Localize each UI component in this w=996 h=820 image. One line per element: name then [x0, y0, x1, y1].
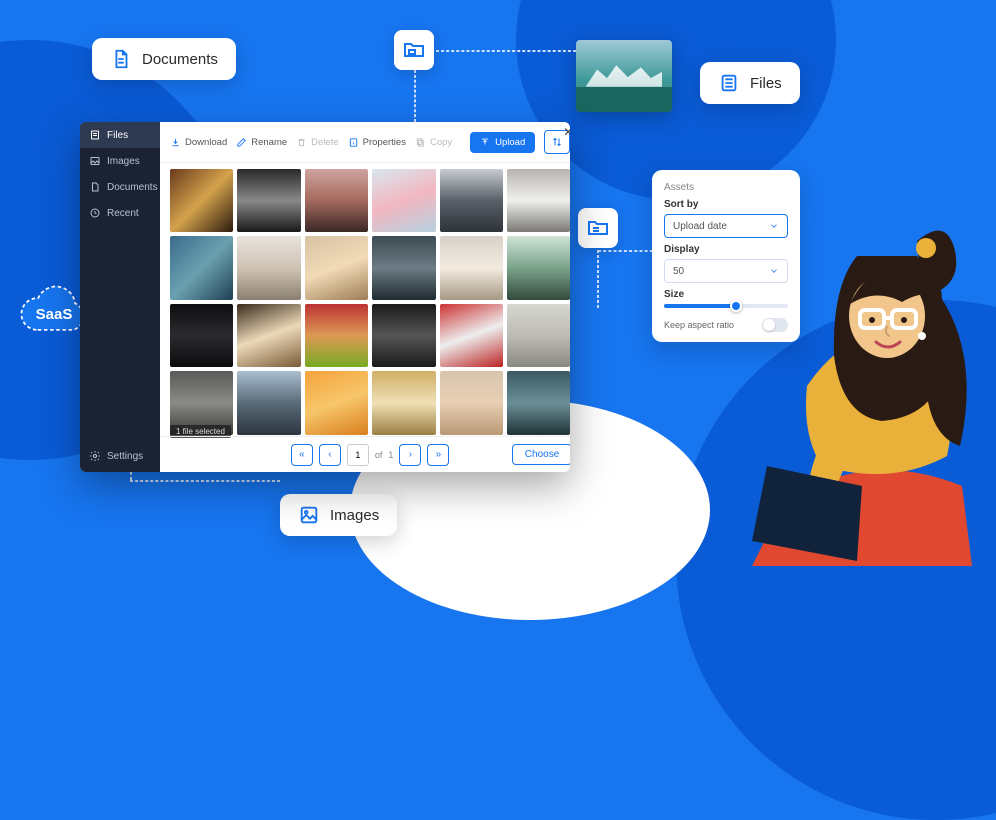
- sidebar-item-label: Images: [107, 156, 140, 167]
- selection-text: 1 file selected: [176, 427, 225, 436]
- sidebar-item-recent[interactable]: Recent: [80, 200, 160, 226]
- thumbnail[interactable]: [237, 236, 300, 299]
- connector: [414, 70, 416, 122]
- choose-button[interactable]: Choose: [512, 444, 570, 465]
- connector: [597, 250, 599, 308]
- thumbnail[interactable]: [237, 169, 300, 232]
- pager-next-button[interactable]: ›: [399, 444, 421, 466]
- toolbar: Download Rename Delete Properties Copy: [160, 122, 570, 163]
- thumbnail[interactable]: [372, 236, 435, 299]
- thumbnail[interactable]: [170, 169, 233, 232]
- document-icon: [110, 48, 132, 70]
- thumbnail[interactable]: [305, 169, 368, 232]
- trash-icon: [296, 137, 307, 148]
- clock-icon: [89, 207, 101, 219]
- download-icon: [170, 137, 181, 148]
- folder-float-1: [394, 30, 434, 70]
- thumbnail[interactable]: [305, 236, 368, 299]
- folder-float-2: [578, 208, 618, 248]
- thumbnail[interactable]: [507, 236, 570, 299]
- upload-label: Upload: [495, 137, 525, 148]
- thumbnail[interactable]: [305, 304, 368, 367]
- files-icon: [718, 72, 740, 94]
- pill-files: Files: [700, 62, 800, 104]
- sidebar-item-label: Recent: [107, 208, 139, 219]
- download-button[interactable]: Download: [170, 137, 227, 148]
- thumbnail[interactable]: [440, 371, 503, 434]
- upload-icon: [480, 137, 490, 147]
- thumbnail[interactable]: [237, 304, 300, 367]
- thumbnail[interactable]: [440, 236, 503, 299]
- close-button[interactable]: ✕: [560, 124, 570, 140]
- connector: [598, 250, 658, 252]
- file-manager-main: ✕ Download Rename Delete Properties Copy: [160, 122, 570, 472]
- pager-prev-button[interactable]: ‹: [319, 444, 341, 466]
- sidebar-settings[interactable]: Settings: [80, 440, 160, 472]
- image-icon: [89, 155, 101, 167]
- pager-last-button[interactable]: »: [427, 444, 449, 466]
- pill-images: Images: [280, 494, 397, 536]
- saas-label: SaaS: [36, 306, 73, 323]
- thumbnail[interactable]: [305, 371, 368, 434]
- sidebar-item-label: Files: [107, 130, 128, 141]
- gear-icon: [89, 450, 101, 462]
- sidebar-settings-label: Settings: [107, 451, 143, 462]
- sidebar: Files Images Documents Recent Settings: [80, 122, 160, 472]
- toolbar-label: Properties: [363, 137, 406, 148]
- connector: [436, 50, 576, 52]
- connector: [130, 480, 280, 482]
- person-illustration: [712, 186, 996, 566]
- upload-button[interactable]: Upload: [470, 132, 535, 153]
- edit-icon: [236, 137, 247, 148]
- pager-first-button[interactable]: «: [291, 444, 313, 466]
- thumbnail[interactable]: [440, 169, 503, 232]
- thumbnail[interactable]: [372, 169, 435, 232]
- toolbar-label: Download: [185, 137, 227, 148]
- properties-button[interactable]: Properties: [348, 137, 406, 148]
- file-manager-window: Files Images Documents Recent Settings ✕…: [80, 122, 570, 472]
- pager-of-label: of: [375, 450, 383, 460]
- thumbnail[interactable]: [170, 236, 233, 299]
- pager: « ‹ of 1 › » Choose: [160, 436, 570, 472]
- pill-label: Images: [330, 507, 379, 524]
- copy-icon: [415, 137, 426, 148]
- thumbnail[interactable]: [507, 371, 570, 434]
- thumbnail[interactable]: [440, 304, 503, 367]
- toolbar-label: Copy: [430, 137, 452, 148]
- image-icon: [298, 504, 320, 526]
- sidebar-item-images[interactable]: Images: [80, 148, 160, 174]
- rename-button[interactable]: Rename: [236, 137, 287, 148]
- pill-label: Files: [750, 75, 782, 92]
- thumbnail[interactable]: [237, 371, 300, 434]
- sidebar-item-label: Documents: [107, 182, 158, 193]
- document-icon: [89, 181, 101, 193]
- toolbar-label: Delete: [311, 137, 338, 148]
- pill-label: Documents: [142, 51, 218, 68]
- sidebar-item-documents[interactable]: Documents: [80, 174, 160, 200]
- pager-current-input[interactable]: [347, 444, 369, 466]
- thumbnail-grid: [160, 163, 570, 436]
- sidebar-item-files[interactable]: Files: [80, 122, 160, 148]
- floating-image-preview: [576, 40, 672, 112]
- thumbnail[interactable]: [372, 371, 435, 434]
- files-icon: [89, 129, 101, 141]
- info-icon: [348, 137, 359, 148]
- pager-total: 1: [388, 450, 393, 460]
- thumbnail[interactable]: [372, 304, 435, 367]
- delete-button[interactable]: Delete: [296, 137, 338, 148]
- choose-label: Choose: [525, 449, 559, 460]
- display-value: 50: [673, 266, 684, 277]
- pill-documents: Documents: [92, 38, 236, 80]
- thumbnail[interactable]: [170, 304, 233, 367]
- thumbnail[interactable]: [507, 304, 570, 367]
- copy-button[interactable]: Copy: [415, 137, 452, 148]
- thumbnail[interactable]: [507, 169, 570, 232]
- toolbar-label: Rename: [251, 137, 287, 148]
